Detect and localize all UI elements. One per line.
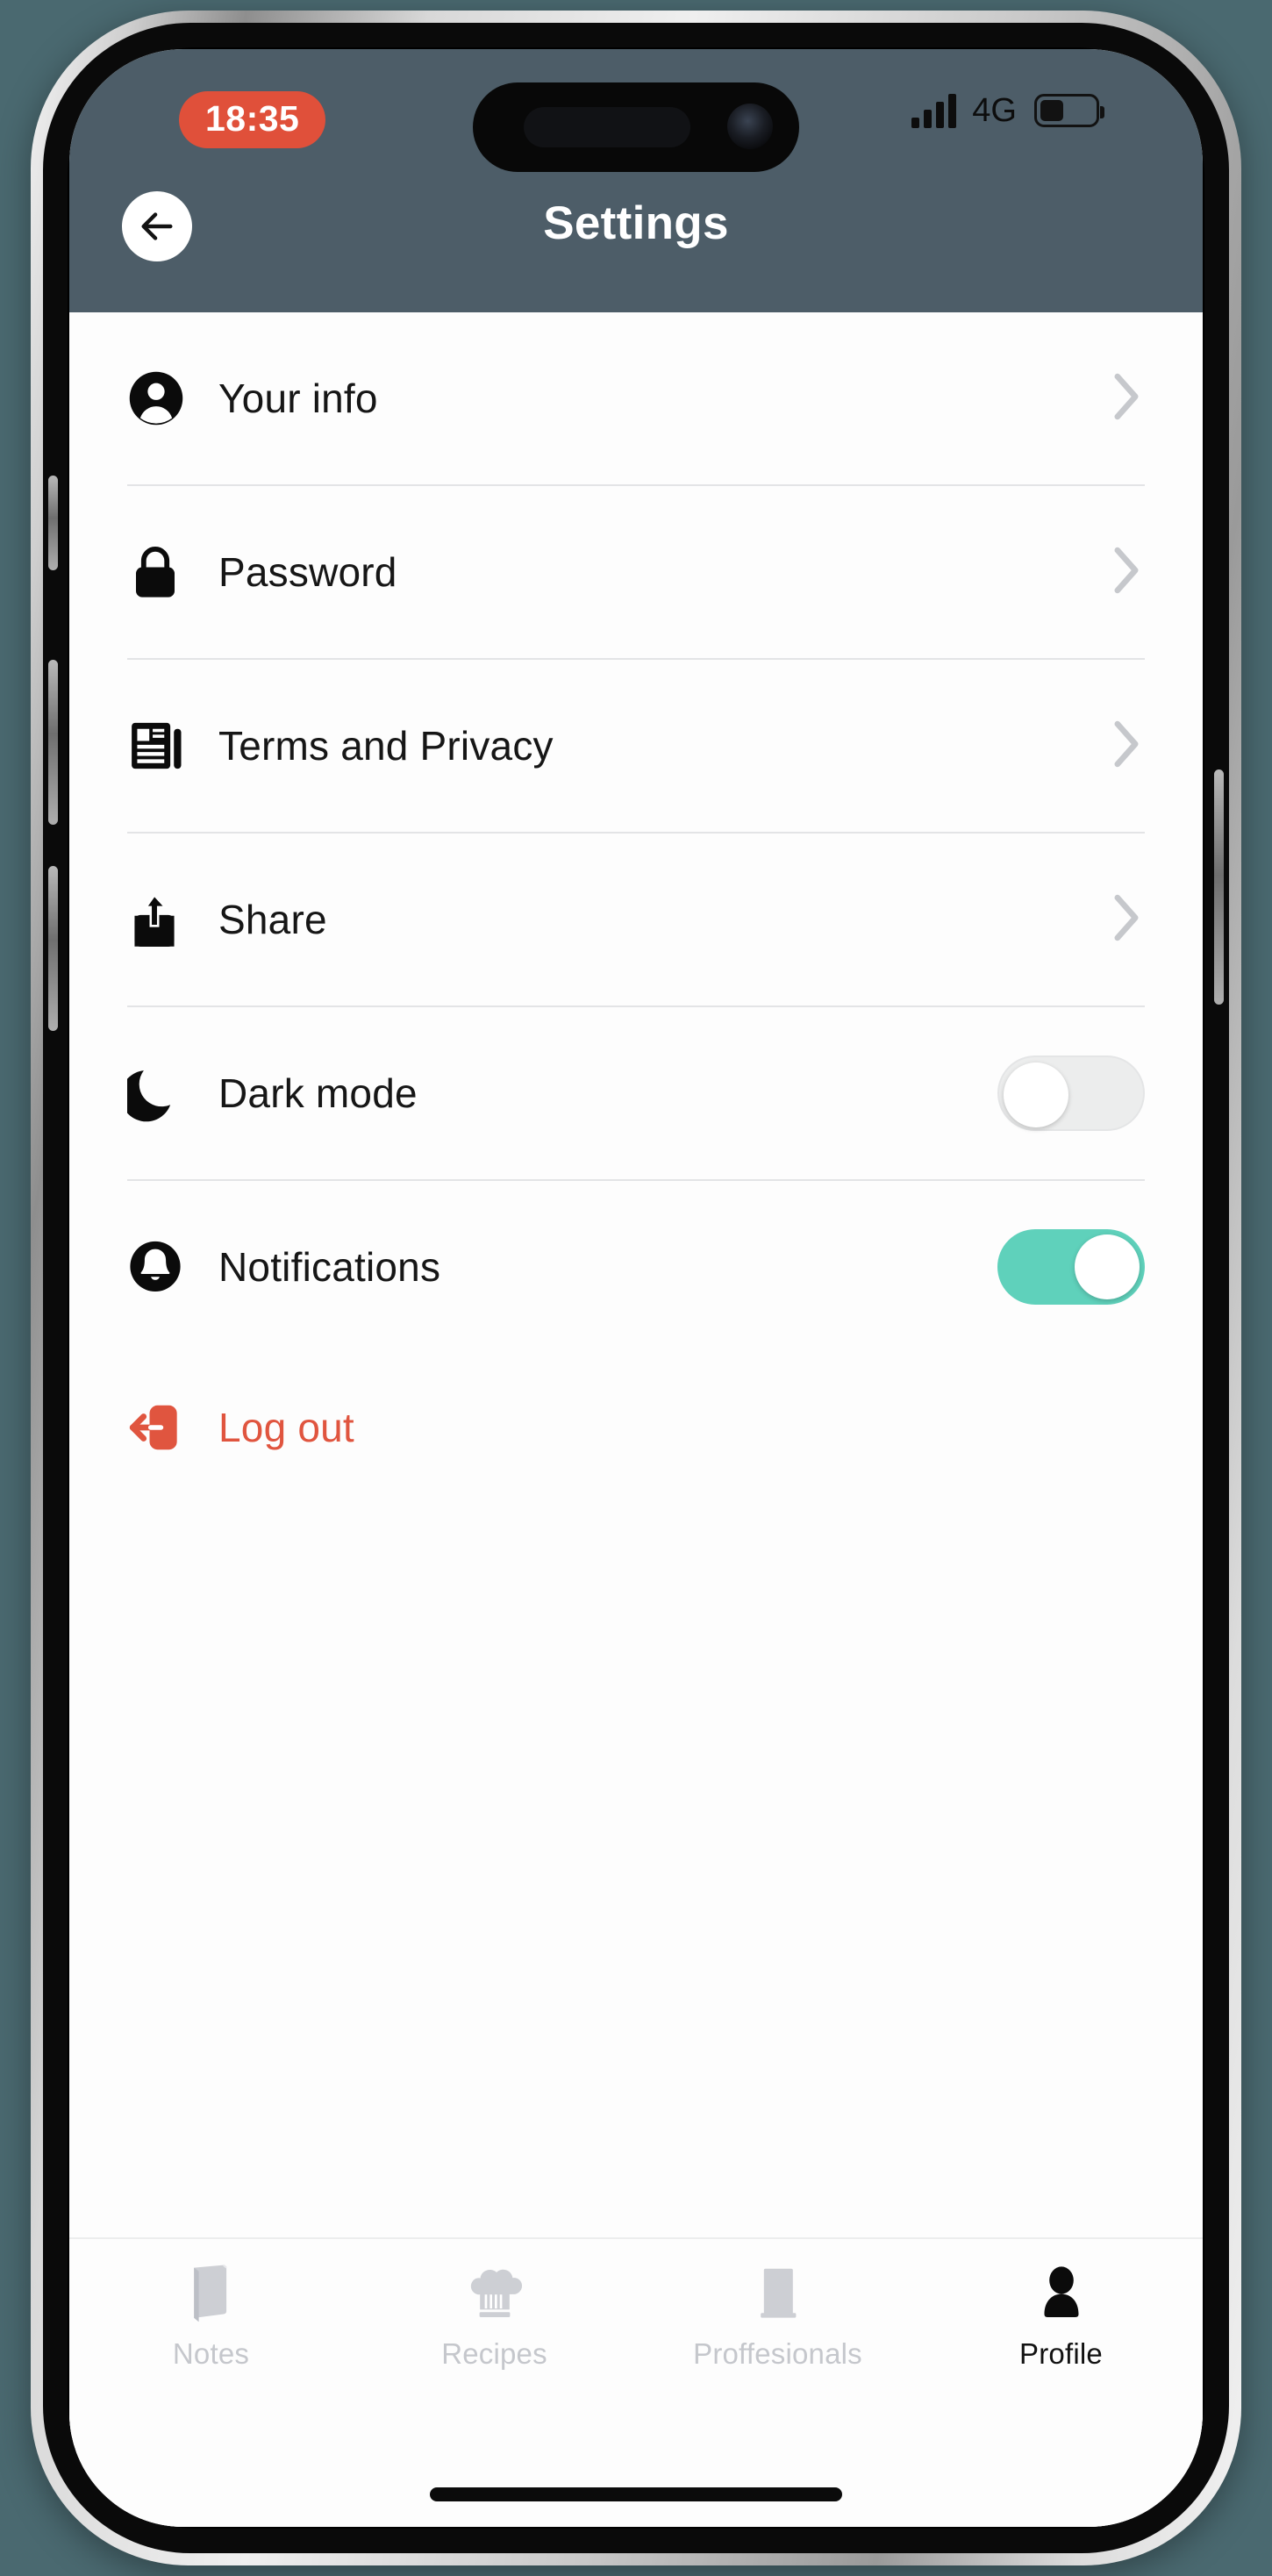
- volume-up-button[interactable]: [48, 660, 58, 825]
- home-indicator[interactable]: [430, 2487, 842, 2501]
- scene-background: 18:35 4G Settings Your info Password Ter…: [0, 0, 1272, 2576]
- cellular-signal-icon: [911, 93, 957, 128]
- tab-label: Profile: [1019, 2337, 1103, 2370]
- settings-row-terms-and-privacy[interactable]: Terms and Privacy: [127, 660, 1145, 834]
- settings-row-label: Dark mode: [218, 1070, 418, 1116]
- bottom-tab-bar: Notes Recipes Proffesionals Profile: [69, 2237, 1203, 2462]
- logout-icon: [127, 1401, 218, 1454]
- app-header: 18:35 4G Settings: [69, 49, 1203, 312]
- settings-row-label: Share: [218, 897, 327, 942]
- person-icon: [1035, 2258, 1088, 2325]
- tab-proffesionals[interactable]: Proffesionals: [636, 2258, 919, 2371]
- status-bar-time: 18:35: [179, 91, 326, 148]
- logout-button[interactable]: Log out: [69, 1353, 1203, 1502]
- toggle-knob: [1075, 1234, 1140, 1299]
- tab-notes[interactable]: Notes: [69, 2258, 353, 2371]
- phone-device-frame: 18:35 4G Settings Your info Password Ter…: [31, 11, 1241, 2565]
- settings-row-notifications[interactable]: Notifications: [127, 1181, 1145, 1353]
- chevron-right-icon: [1111, 719, 1141, 773]
- briefcase-icon: [750, 2258, 806, 2325]
- settings-row-share[interactable]: Share: [127, 834, 1145, 1007]
- settings-row-label: Your info: [218, 376, 378, 421]
- settings-row-label: Notifications: [218, 1244, 441, 1290]
- chef-hat-icon: [468, 2258, 522, 2325]
- logout-label: Log out: [218, 1405, 354, 1450]
- phone-screen: 18:35 4G Settings Your info Password Ter…: [69, 49, 1203, 2527]
- tab-profile[interactable]: Profile: [919, 2258, 1203, 2371]
- settings-row-password[interactable]: Password: [127, 486, 1145, 660]
- document-icon: [127, 717, 218, 775]
- network-type-label: 4G: [972, 92, 1017, 129]
- tab-label: Recipes: [441, 2337, 547, 2370]
- settings-list: Your info Password Terms and Privacy Sha…: [69, 312, 1203, 1353]
- chevron-right-icon: [1111, 546, 1141, 599]
- earpiece-speaker-icon: [524, 107, 690, 147]
- battery-icon: [1034, 94, 1104, 127]
- content-empty-area: [69, 1502, 1203, 2237]
- settings-row-label: Password: [218, 549, 397, 595]
- chevron-right-icon: [1111, 893, 1141, 947]
- bell-icon: [127, 1238, 218, 1296]
- dynamic-island: [473, 82, 799, 172]
- dark-mode-toggle[interactable]: [997, 1055, 1145, 1131]
- volume-down-button[interactable]: [48, 866, 58, 1031]
- silent-switch-button[interactable]: [48, 476, 58, 570]
- lock-icon: [127, 543, 218, 601]
- moon-icon: [127, 1064, 218, 1122]
- settings-row-label: Terms and Privacy: [218, 723, 554, 769]
- status-bar: 18:35 4G: [69, 49, 1203, 172]
- home-indicator-area: [69, 2462, 1203, 2527]
- page-title: Settings: [543, 197, 729, 249]
- navigation-bar: Settings: [69, 172, 1203, 312]
- toggle-knob: [1004, 1063, 1068, 1127]
- power-button[interactable]: [1214, 769, 1224, 1005]
- tab-recipes[interactable]: Recipes: [353, 2258, 636, 2371]
- front-camera-icon: [727, 104, 773, 149]
- notifications-toggle[interactable]: [997, 1229, 1145, 1305]
- battery-level-fill: [1040, 100, 1063, 121]
- status-bar-indicators: 4G: [911, 92, 1104, 129]
- settings-row-your-info[interactable]: Your info: [127, 312, 1145, 486]
- user-circle-icon: [127, 369, 218, 427]
- tab-label: Notes: [172, 2337, 250, 2370]
- settings-row-dark-mode[interactable]: Dark mode: [127, 1007, 1145, 1181]
- book-icon: [184, 2258, 239, 2325]
- chevron-right-icon: [1111, 372, 1141, 426]
- tab-label: Proffesionals: [693, 2337, 862, 2370]
- share-icon: [127, 890, 218, 949]
- settings-content: Your info Password Terms and Privacy Sha…: [69, 312, 1203, 2527]
